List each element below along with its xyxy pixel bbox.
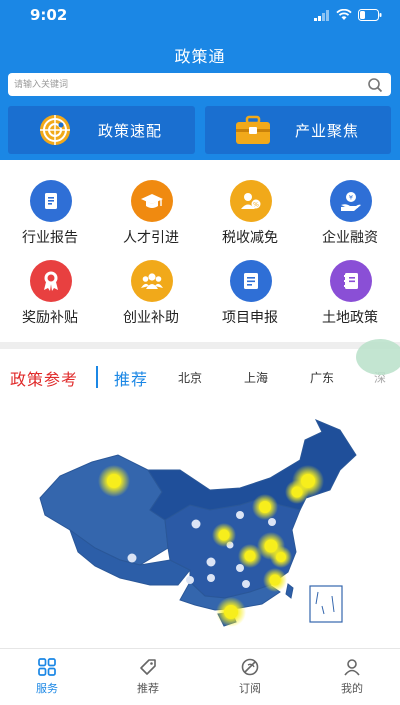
- search-icon[interactable]: [367, 77, 383, 93]
- grid-label: 奖励补贴: [22, 310, 78, 326]
- report-doc-icon: [30, 180, 72, 222]
- tab-city-guangdong[interactable]: 广东: [310, 369, 334, 386]
- status-icons: [314, 9, 382, 21]
- bottom-tab-bar: 服务 推荐 订阅 我的: [0, 648, 400, 705]
- subscribe-leaf-icon: [241, 658, 259, 676]
- grid-label: 行业报告: [22, 230, 78, 246]
- people-discount-icon: %: [230, 180, 272, 222]
- group-people-icon: [131, 260, 173, 302]
- grid-item-startup[interactable]: 创业补助: [101, 250, 201, 330]
- grid-label: 创业补助: [123, 310, 179, 326]
- tab-service[interactable]: 服务: [17, 655, 77, 701]
- svg-text:¥: ¥: [349, 194, 353, 202]
- tab-separator: [96, 366, 98, 388]
- status-time: 9:02: [30, 6, 68, 24]
- map-region-taiwan: [285, 583, 294, 599]
- tab-recommend-bottom[interactable]: 推荐: [118, 655, 178, 701]
- signal-icon: [314, 9, 329, 21]
- search-input[interactable]: [14, 73, 354, 96]
- hand-coin-icon: ¥: [330, 180, 372, 222]
- grid-item-project[interactable]: 项目申报: [200, 250, 300, 330]
- grid-item-industry-report[interactable]: 行业报告: [0, 170, 100, 250]
- svg-text:%: %: [253, 202, 259, 209]
- tab-profile-label: 我的: [341, 682, 363, 695]
- page-title: 政策通: [174, 47, 226, 66]
- tab-city-shanghai[interactable]: 上海: [244, 369, 268, 386]
- award-medal-icon: [30, 260, 72, 302]
- tag-icon: [140, 659, 156, 675]
- category-grid: 行业报告 人才引进 % 税收减免 ¥ 企业融资 奖励补贴 创业补助 项目申报 土…: [0, 170, 400, 340]
- radar-target-icon: [40, 115, 70, 145]
- search-bar[interactable]: [8, 73, 391, 96]
- graduation-cap-icon: [131, 180, 173, 222]
- policy-match-button[interactable]: 政策速配: [8, 106, 195, 154]
- section-divider: [0, 342, 400, 349]
- tab-city-beijing[interactable]: 北京: [178, 369, 202, 386]
- grid-label: 项目申报: [222, 310, 278, 326]
- grid-label: 人才引进: [123, 230, 179, 246]
- south-sea-inset: [309, 585, 343, 623]
- tab-service-label: 服务: [36, 682, 58, 695]
- tab-subscribe-label: 订阅: [239, 682, 261, 695]
- form-document-icon: [230, 260, 272, 302]
- toolbox-icon: [236, 115, 270, 144]
- tab-subscribe[interactable]: 订阅: [220, 655, 280, 701]
- grid-item-land[interactable]: 土地政策: [300, 250, 400, 330]
- grid-item-financing[interactable]: ¥ 企业融资: [300, 170, 400, 250]
- grid-item-talent[interactable]: 人才引进: [101, 170, 201, 250]
- battery-icon: [358, 9, 382, 21]
- grid-item-award[interactable]: 奖励补贴: [0, 250, 100, 330]
- book-notebook-icon: [330, 260, 372, 302]
- tab-recommend[interactable]: 推荐: [114, 366, 148, 390]
- grid-label: 土地政策: [322, 310, 378, 326]
- tab-profile[interactable]: 我的: [322, 655, 382, 701]
- grid-four-icon: [38, 658, 56, 676]
- floating-bubble[interactable]: [356, 339, 400, 375]
- policy-tabs: 政策参考 推荐 北京 上海 广东 深: [0, 358, 400, 394]
- grid-item-tax[interactable]: % 税收减免: [200, 170, 300, 250]
- grid-label: 企业融资: [322, 230, 378, 246]
- policy-match-label: 政策速配: [98, 122, 163, 140]
- tab-policy-reference[interactable]: 政策参考: [10, 366, 78, 390]
- status-bar: 9:02: [0, 0, 400, 32]
- industry-focus-button[interactable]: 产业聚焦: [205, 106, 391, 154]
- china-policy-map[interactable]: [0, 400, 400, 645]
- user-profile-icon: [344, 659, 360, 676]
- wifi-icon: [336, 9, 352, 20]
- grid-label: 税收减免: [222, 230, 278, 246]
- industry-focus-label: 产业聚焦: [295, 122, 360, 140]
- app-header: 9:02 政策通 请输入关键词 政策速配 产业聚焦: [0, 0, 400, 160]
- tab-recommend-label: 推荐: [137, 682, 159, 695]
